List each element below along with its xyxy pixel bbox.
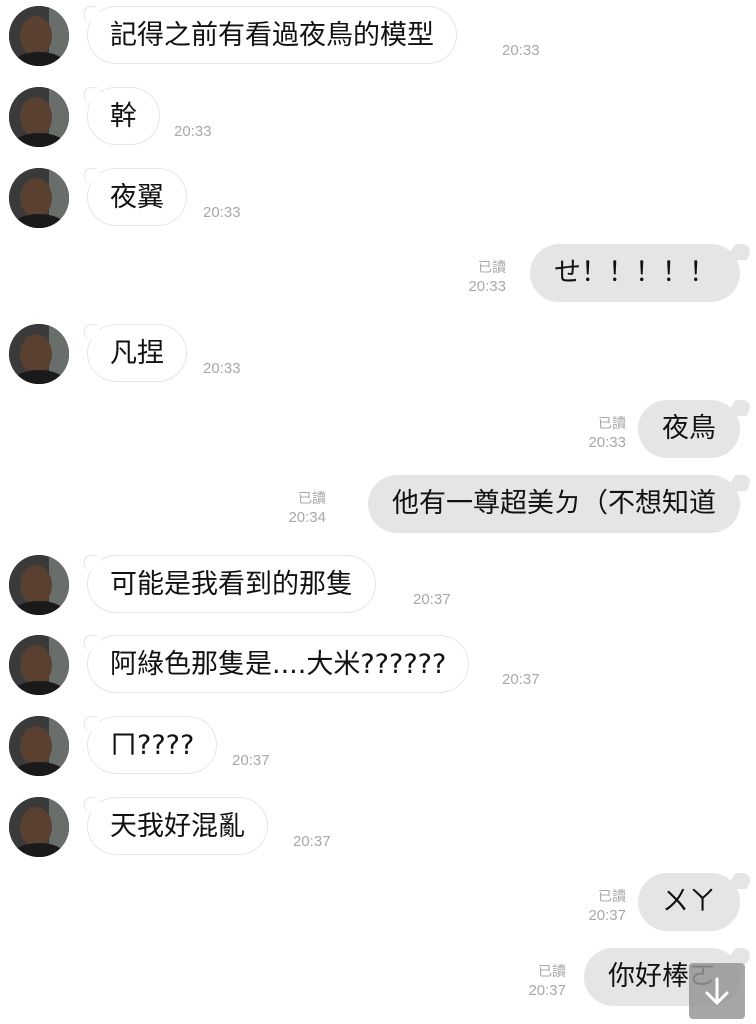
message-meta: 已讀 20:37 bbox=[528, 963, 566, 1001]
avatar[interactable] bbox=[9, 168, 69, 228]
avatar[interactable] bbox=[9, 6, 69, 66]
message-bubble[interactable]: ㄨㄚ bbox=[638, 873, 740, 931]
message-bubble[interactable]: ㄇ???? bbox=[87, 716, 218, 774]
message-text: 夜鳥 bbox=[662, 413, 716, 444]
message-time: 20:34 bbox=[288, 509, 326, 526]
message-bubble[interactable]: 可能是我看到的那隻 bbox=[87, 555, 376, 613]
avatar[interactable] bbox=[9, 324, 69, 384]
read-receipt: 已讀 bbox=[598, 889, 626, 905]
message-time: 20:37 bbox=[528, 982, 566, 999]
scroll-to-bottom-button[interactable] bbox=[689, 963, 745, 1019]
message-meta: 已讀 20:33 bbox=[588, 415, 626, 453]
message-time: 20:37 bbox=[588, 907, 626, 924]
avatar[interactable] bbox=[9, 635, 69, 695]
message-text: ㄨㄚ bbox=[662, 886, 716, 917]
message-bubble[interactable]: 凡捏 bbox=[87, 324, 187, 382]
avatar[interactable] bbox=[9, 797, 69, 857]
message-text: せ！！！！！ bbox=[554, 257, 716, 288]
message-text: 記得之前有看過夜鳥的模型 bbox=[110, 20, 434, 51]
message-meta: 已讀 20:34 bbox=[288, 490, 326, 528]
read-receipt: 已讀 bbox=[478, 260, 506, 276]
message-text: ㄇ???? bbox=[110, 730, 195, 761]
read-receipt: 已讀 bbox=[598, 416, 626, 432]
message-time: 20:33 bbox=[174, 123, 212, 140]
message-time: 20:33 bbox=[588, 434, 626, 451]
message-time: 20:33 bbox=[203, 360, 241, 377]
message-time: 20:37 bbox=[502, 671, 540, 688]
message-text: 可能是我看到的那隻 bbox=[110, 569, 353, 600]
message-text: 夜翼 bbox=[110, 182, 164, 213]
message-bubble[interactable]: 阿綠色那隻是....大米?????? bbox=[87, 635, 470, 693]
message-bubble[interactable]: 天我好混亂 bbox=[87, 797, 268, 855]
read-receipt: 已讀 bbox=[298, 491, 326, 507]
message-bubble[interactable]: 夜翼 bbox=[87, 168, 187, 226]
message-time: 20:37 bbox=[293, 833, 331, 850]
message-time: 20:37 bbox=[413, 591, 451, 608]
message-time: 20:37 bbox=[232, 752, 270, 769]
message-text: 凡捏 bbox=[110, 338, 164, 369]
message-time: 20:33 bbox=[502, 42, 540, 59]
message-time: 20:33 bbox=[468, 278, 506, 295]
avatar[interactable] bbox=[9, 716, 69, 776]
message-text: 阿綠色那隻是....大米?????? bbox=[110, 649, 447, 680]
message-meta: 已讀 20:37 bbox=[588, 888, 626, 926]
message-bubble[interactable]: 幹 bbox=[87, 87, 160, 145]
avatar[interactable] bbox=[9, 555, 69, 615]
arrow-down-icon bbox=[705, 977, 729, 1005]
message-bubble[interactable]: 夜鳥 bbox=[638, 400, 740, 458]
message-meta: 已讀 20:33 bbox=[468, 259, 506, 297]
message-time: 20:33 bbox=[203, 204, 241, 221]
message-text: 幹 bbox=[110, 101, 137, 132]
avatar[interactable] bbox=[9, 87, 69, 147]
read-receipt: 已讀 bbox=[538, 964, 566, 980]
message-bubble[interactable]: 記得之前有看過夜鳥的模型 bbox=[87, 6, 457, 64]
message-bubble[interactable]: 他有一尊超美ㄉ（不想知道 bbox=[368, 475, 740, 533]
message-bubble[interactable]: せ！！！！！ bbox=[530, 244, 740, 302]
message-text: 天我好混亂 bbox=[110, 811, 245, 842]
message-text: 他有一尊超美ㄉ（不想知道 bbox=[392, 488, 716, 519]
